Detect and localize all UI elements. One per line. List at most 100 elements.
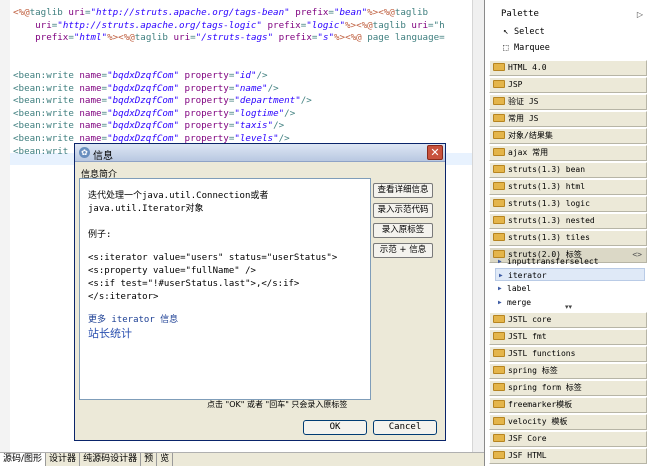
code-token: "name" [234,82,268,94]
tab-source-graphic[interactable]: 源码/图形 [0,453,47,466]
palette-drawer[interactable]: struts(1.3) logic [489,196,647,212]
folder-icon [493,349,505,357]
tab-preview-2[interactable]: 览 [157,453,174,466]
tab-designer[interactable]: 设计器 [46,453,81,466]
insert-sample-code-button[interactable]: 录入示范代码 [373,203,433,218]
palette-drawer-label: JSTL functions [508,349,576,358]
palette-drawer[interactable]: HTML 4.0 [489,60,647,76]
scroll-down-icon[interactable]: ▾▾ [565,303,572,311]
item-bullet-icon: ▶ [498,285,502,292]
select-tool[interactable]: ↖ Select [503,27,545,37]
code-token: prefix [35,32,69,44]
code-token: <%@ [13,7,30,18]
palette-drawer[interactable]: JSP [489,77,647,93]
insert-original-tag-button[interactable]: 录入原标签 [373,223,433,238]
code-token: prefix [278,32,312,44]
palette-drawer-label: HTML 4.0 [508,63,547,72]
palette-drawer[interactable]: struts(1.3) tiles [489,230,647,246]
palette-drawer[interactable]: 常用 JS [489,111,647,127]
view-details-button[interactable]: 查看详细信息 [373,183,433,198]
palette-item[interactable]: ▶ iterator [495,268,645,281]
code-token: uri [411,19,429,31]
code-token: <bean:write [13,82,80,94]
palette-drawer[interactable]: JSF HTML [489,448,647,464]
code-token: "bqdxDzqfCom" [107,95,179,107]
code-token: /> [300,95,312,107]
palette-drawer[interactable]: struts(1.3) html [489,179,647,195]
code-token: prefix [295,7,329,18]
palette-drawer[interactable]: spring 标签 [489,363,647,379]
folder-icon [493,434,505,442]
code-line: <%@taglib uri="http://struts.apache.org/… [13,7,445,20]
folder-icon [493,148,505,156]
code-token: name [79,69,102,81]
close-icon[interactable]: ✕ [427,145,443,160]
sample-plus-info-button[interactable]: 示范 + 信息 [373,243,433,258]
folder-icon [493,63,505,71]
code-token: prefix [267,19,301,31]
app-icon: ✿ [79,147,90,158]
code-token: <bean:write [13,95,80,107]
palette-item[interactable]: ▶ label [495,282,645,295]
cancel-button[interactable]: Cancel [373,420,437,435]
code-token: <bean:writ [13,145,69,157]
palette-drawer[interactable]: JSTL functions [489,346,647,362]
palette-drawer[interactable]: struts(1.3) bean [489,162,647,178]
palette-drawer[interactable]: spring form 标签 [489,380,647,396]
palette-drawer-label: 对象/结果集 [508,131,553,140]
dialog-title: 信息 [93,151,113,162]
palette-drawer[interactable]: JSF Core [489,431,647,447]
folder-icon [493,165,505,173]
code-token: property [184,95,229,107]
palette-drawer[interactable]: velocity 模板 [489,414,647,430]
tab-pure-source-designer[interactable]: 纯源码设计器 [80,453,142,466]
code-token: %><%@ [367,7,395,18]
code-token: name [79,107,102,119]
folder-icon [493,182,505,190]
code-token: "bqdxDzqfCom" [107,120,179,132]
code-token: /> [284,107,296,119]
code-line: <bean:write name="bqdxDzqfCom" property=… [13,83,445,96]
code-line: <bean:write name="bqdxDzqfCom" property=… [13,95,445,108]
tab-preview-1[interactable]: 预 [141,453,158,466]
palette-title: Palette [501,9,539,19]
editor-vertical-scrollbar[interactable] [472,0,484,452]
palette-drawer[interactable]: ajax 常用 [489,145,647,161]
info-dialog: ✿ 信息 ✕ 信息简介 迭代处理一个java.util.Connection或者… [74,143,446,441]
dialog-titlebar[interactable]: ✿ 信息 ✕ [75,144,445,162]
folder-icon [493,114,505,122]
palette-drawer-label: JSF HTML [508,451,547,460]
palette-drawer[interactable]: 对象/结果集 [489,128,647,144]
code-token: <bean:write [13,69,80,81]
palette-drawer-label: struts(1.3) tiles [508,233,590,242]
stats-link[interactable]: 站长统计 [88,325,132,341]
marquee-tool[interactable]: ⬚ Marquee [503,43,550,53]
palette-drawer[interactable]: JSTL core [489,312,647,328]
code-lines: <%@taglib uri="http://struts.apache.org/… [13,7,445,158]
ok-button[interactable]: OK [303,420,367,435]
palette-drawer[interactable]: struts(1.3) nested [489,213,647,229]
folder-icon [493,131,505,139]
code-token: ="h [428,19,445,31]
code-token: name [79,82,102,94]
palette-drawer[interactable]: freemarker模板 [489,397,647,413]
description-line-1: 迭代处理一个java.util.Connection或者 [88,191,269,201]
code-token: "/struts-tags" [195,32,274,44]
code-token: "http://struts.apache.org/tags-bean" [90,7,290,18]
folder-icon [493,216,505,224]
info-content: 迭代处理一个java.util.Connection或者 java.util.I… [79,178,371,400]
palette-drawer-label: ajax 常用 [508,148,549,157]
code-token: "bqdxDzqfCom" [107,69,179,81]
palette-drawer[interactable]: 验证 JS [489,94,647,110]
item-bullet-icon: ▶ [498,299,502,306]
palette-drawer[interactable]: JSTL fmt [489,329,647,345]
more-info-link[interactable]: 更多 iterator 信息 [88,312,178,325]
code-token: /> [273,120,285,132]
palette-item[interactable]: ▶ inputtransferselect [495,255,645,268]
folder-icon [493,400,505,408]
marquee-tool-label: Marquee [514,43,550,53]
palette-menu-icon[interactable]: ▷ [637,10,643,19]
palette-item-label: inputtransferselect [507,257,599,266]
code-token: taglib [394,7,429,18]
